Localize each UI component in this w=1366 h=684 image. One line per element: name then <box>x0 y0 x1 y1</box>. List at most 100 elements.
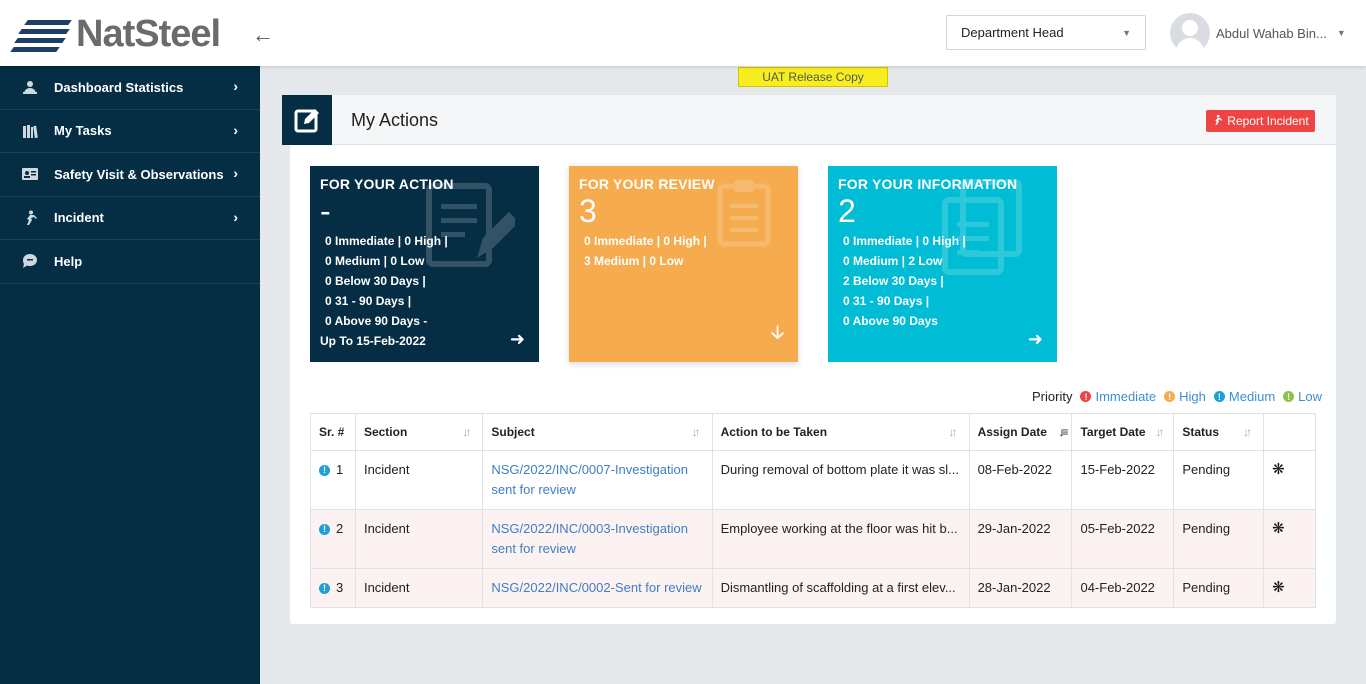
sr-value: 1 <box>336 462 344 477</box>
cell-sr: ! 1 <box>310 450 356 510</box>
legend-item: Medium <box>1228 389 1276 404</box>
chevron-right-icon: › <box>233 121 238 138</box>
cell-action: Employee working at the floor was hit b.… <box>711 509 970 569</box>
sidebar-item-label: Safety Visit & Observations <box>54 166 224 182</box>
chevron-right-icon: › <box>233 78 238 94</box>
column-label: Target Date <box>1080 425 1146 439</box>
column-label: Subject <box>491 425 535 439</box>
medium-priority-icon: ! <box>319 464 330 476</box>
books-icon <box>20 121 40 141</box>
column-header-section[interactable]: Section ↓↑ <box>354 413 484 451</box>
legend-item: Low <box>1298 389 1323 404</box>
sidebar-item-safety-visit[interactable]: Safety Visit & Observations › <box>0 153 260 197</box>
column-header-sr[interactable]: Sr. # <box>310 413 356 451</box>
sidebar-item-help[interactable]: Help <box>0 240 260 284</box>
actions-table: Sr. # Section ↓↑ Subject ↓↑ Action to be T… <box>310 413 1316 608</box>
arrow-right-icon[interactable]: ➜ <box>1028 329 1043 350</box>
sidebar-item-incident[interactable]: Incident › <box>0 197 260 240</box>
card-line: 0 31 - 90 Days | <box>325 294 412 308</box>
chat-bubble-icon <box>20 251 40 271</box>
arrow-down-icon[interactable]: 🡣 <box>771 320 784 350</box>
documents-icon <box>942 179 1022 275</box>
sort-icon[interactable]: ↓↑ <box>1243 425 1252 439</box>
cell-section: Incident <box>354 509 484 569</box>
legend-label: Priority <box>1032 389 1073 404</box>
high-priority-icon: ! <box>1164 391 1176 402</box>
column-label: Assign Date <box>977 425 1047 439</box>
sort-desc-icon[interactable]: ↓≡ <box>1058 425 1068 439</box>
medium-priority-icon: ! <box>319 582 330 594</box>
column-header-assign-date[interactable]: Assign Date ↓≡ <box>968 413 1073 451</box>
table-row[interactable]: ! 3 Incident NSG/2022/INC/0002-Sent for r… <box>310 568 1316 608</box>
for-your-information-card[interactable]: FOR YOUR INFORMATION 2 0 Immediate | 0 H… <box>828 166 1057 362</box>
subject-link[interactable]: NSG/2022/INC/0002-Sent for review <box>491 578 703 598</box>
sort-icon[interactable]: ↓↑ <box>1155 425 1164 439</box>
id-card-icon <box>20 164 40 184</box>
action-text: Dismantling of scaffolding at a first el… <box>720 580 956 595</box>
report-incident-button[interactable]: Report Incident <box>1206 110 1315 132</box>
cell-sr: ! 3 <box>310 568 356 608</box>
table-row[interactable]: ! 2 Incident NSG/2022/INC/0003-Investigat… <box>310 509 1316 569</box>
sidebar-item-label: Help <box>54 253 83 269</box>
user-menu[interactable]: Abdul Wahab Bin... ▼ <box>1170 13 1346 53</box>
chevron-down-icon: ▼ <box>1122 28 1131 38</box>
immediate-priority-icon: ! <box>1080 391 1092 402</box>
column-header-target-date[interactable]: Target Date ↓↑ <box>1071 413 1175 451</box>
legend-item: High <box>1179 389 1206 404</box>
report-incident-label: Report Incident <box>1227 114 1309 128</box>
cell-subject: NSG/2022/INC/0002-Sent for review <box>482 568 713 608</box>
sidebar-item-my-tasks[interactable]: My Tasks › <box>0 110 260 153</box>
arrow-right-icon[interactable]: ➜ <box>510 329 525 350</box>
brand-name: NatSteel <box>76 12 221 55</box>
table-row[interactable]: ! 1 Incident NSG/2022/INC/0007-Investigat… <box>310 450 1316 510</box>
sr-value: 2 <box>336 521 344 536</box>
back-arrow-icon[interactable]: ← <box>252 22 274 48</box>
cell-target-date: 04-Feb-2022 <box>1071 568 1175 608</box>
for-your-review-card[interactable]: FOR YOUR REVIEW 3 0 Immediate | 0 High |… <box>569 166 798 362</box>
subject-link[interactable]: NSG/2022/INC/0007-Investigation sent for… <box>491 460 703 500</box>
cell-section: Incident <box>354 450 484 510</box>
column-header-team <box>1263 413 1316 451</box>
cell-assign-date: 29-Jan-2022 <box>968 509 1073 569</box>
cell-sr: ! 2 <box>310 509 356 569</box>
cell-target-date: 05-Feb-2022 <box>1071 509 1175 569</box>
cell-action: Dismantling of scaffolding at a first el… <box>711 568 970 608</box>
cell-team: ❋ <box>1263 450 1316 510</box>
medium-priority-icon: ! <box>319 523 330 535</box>
top-bar: NatSteel ← Department Head ▼ Abdul Wahab… <box>0 0 1366 66</box>
cell-team: ❋ <box>1263 568 1316 608</box>
cell-section: Incident <box>354 568 484 608</box>
team-users-icon[interactable]: ❋ <box>1272 520 1285 537</box>
sort-icon[interactable]: ↓↑ <box>462 425 471 439</box>
team-users-icon[interactable]: ❋ <box>1272 579 1285 596</box>
natsteel-logo[interactable]: NatSteel <box>10 12 221 55</box>
cell-action: During removal of bottom plate it was sl… <box>711 450 970 510</box>
action-text: During removal of bottom plate it was sl… <box>720 462 960 477</box>
subject-link[interactable]: NSG/2022/INC/0003-Investigation sent for… <box>491 519 703 559</box>
sidebar-item-dashboard-statistics[interactable]: Dashboard Statistics › <box>0 66 260 110</box>
for-your-action-card[interactable]: FOR YOUR ACTION - 0 Immediate | 0 High |… <box>310 166 539 362</box>
dashboard-user-icon <box>20 77 40 97</box>
team-users-icon[interactable]: ❋ <box>1272 461 1285 478</box>
sort-icon[interactable]: ↓↑ <box>949 425 958 439</box>
low-priority-icon: ! <box>1283 391 1295 402</box>
role-select[interactable]: Department Head ▼ <box>946 15 1146 50</box>
edit-square-icon <box>282 95 332 145</box>
action-text: Employee working at the floor was hit b.… <box>720 521 958 536</box>
person-falling-icon <box>1212 114 1223 129</box>
clipboard-icon <box>717 180 771 247</box>
legend-item: Immediate <box>1095 389 1157 404</box>
column-label: Section <box>363 425 408 439</box>
cell-status: Pending <box>1173 450 1265 510</box>
document-pen-icon <box>426 183 515 267</box>
sidebar-item-label: My Tasks <box>54 123 112 139</box>
column-header-subject[interactable]: Subject ↓↑ <box>482 413 713 451</box>
column-header-action[interactable]: Action to be Taken ↓↑ <box>711 413 970 451</box>
panel-header: My Actions Report Incident <box>282 95 1336 145</box>
priority-legend: Priority ! Immediate ! High ! Medium ! L… <box>1032 389 1322 404</box>
column-label: Status <box>1182 425 1220 439</box>
sidebar-item-label: Incident <box>54 210 104 226</box>
card-line: 0 Below 30 Days | <box>325 274 426 288</box>
sort-icon[interactable]: ↓↑ <box>692 425 701 439</box>
column-header-status[interactable]: Status ↓↑ <box>1173 413 1265 451</box>
